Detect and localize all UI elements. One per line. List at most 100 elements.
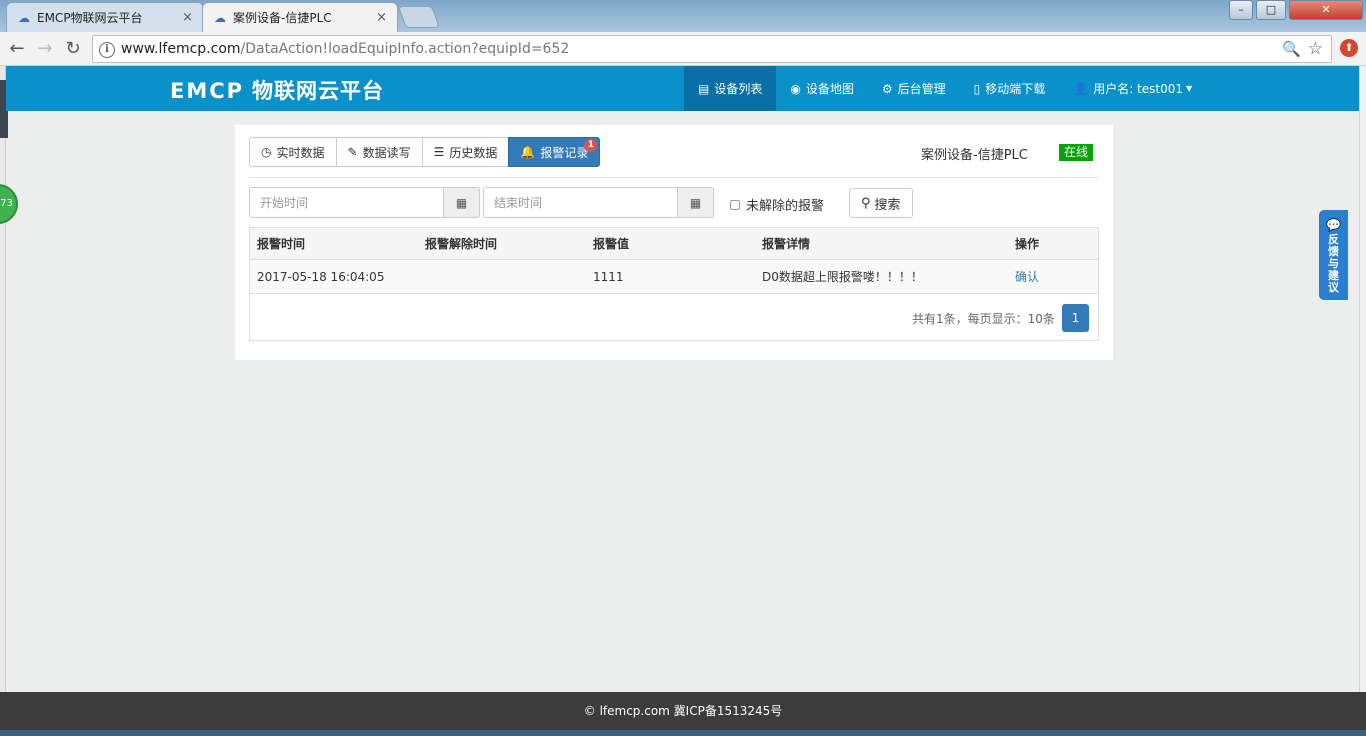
brand[interactable]: EMCP 物联网云平台 (170, 75, 384, 105)
nav-item-equipment-map[interactable]: ◉ 设备地图 (776, 66, 868, 111)
list-icon: ☰ (433, 145, 445, 159)
end-time-group: 结束时间 ▦ (483, 187, 714, 218)
browser-tab-device[interactable]: ☁ 案例设备-信捷PLC × (202, 2, 398, 32)
alarm-time: 2017-05-18 16:04:05 (257, 269, 385, 284)
globe-icon: ◉ (790, 81, 801, 96)
alarm-count-badge: 1 (584, 139, 598, 152)
divider (249, 177, 1099, 178)
close-icon[interactable]: × (182, 10, 193, 25)
page-button[interactable]: 1 (1062, 304, 1089, 332)
tab-history-data[interactable]: ☰ 历史数据 (421, 137, 510, 167)
nav-item-equipment-list[interactable]: ▤ 设备列表 (684, 66, 777, 111)
nav-item-user[interactable]: 👤 用户名: test001 ▼ (1059, 66, 1206, 111)
user-icon: 👤 (1073, 81, 1089, 96)
device-name: 案例设备-信捷PLC (921, 148, 1028, 163)
cogs-icon: ⚙ (881, 81, 893, 96)
tab-label: 报警记录 (540, 145, 589, 160)
column-header: 报警详情 (762, 237, 811, 251)
browser-tab-strip: ☁ EMCP物联网云平台 × ☁ 案例设备-信捷PLC × – □ ✕ (0, 0, 1366, 32)
column-header: 报警时间 (257, 237, 306, 251)
browser-toolbar: ← → ↻ i www.lfemcp.com/DataAction!loadEq… (0, 32, 1366, 66)
cloud-icon: ☁ (214, 10, 226, 25)
alarm-value: 1111 (593, 269, 624, 284)
tab-label: 历史数据 (449, 145, 498, 160)
calendar-icon[interactable]: ▦ (678, 187, 714, 218)
nav-item-label: 用户名: test001 (1093, 82, 1184, 96)
back-icon[interactable]: ← (6, 38, 28, 60)
column-header: 报警解除时间 (425, 237, 498, 251)
app-navbar: EMCP 物联网云平台 ▤ 设备列表 ◉ 设备地图 ⚙ 后台管理 ▯ 移动端下载 … (6, 66, 1359, 111)
brand-logo: EMCP (170, 79, 245, 103)
maximize-button[interactable]: □ (1256, 0, 1286, 20)
url-text: www.lfemcp.com/DataAction!loadEquipInfo.… (121, 41, 569, 57)
nav-item-label: 后台管理 (897, 82, 946, 96)
unresolved-filter[interactable]: 未解除的报警 (730, 195, 824, 214)
phone-icon: ▯ (973, 81, 981, 96)
tab-label: 数据读写 (362, 145, 411, 160)
bell-icon: 🔔 (520, 145, 536, 159)
end-time-input[interactable]: 结束时间 (483, 187, 678, 218)
nav-item-label: 设备地图 (805, 82, 854, 96)
chat-icon: 💬 (1326, 218, 1341, 232)
table-header: 报警时间 报警解除时间 报警值 报警详情 操作 (250, 228, 1098, 260)
url-path: /DataAction!loadEquipInfo.action?equipId… (240, 41, 570, 57)
nav-item-label: 移动端下载 (985, 82, 1046, 96)
minimize-button[interactable]: – (1229, 0, 1253, 20)
os-taskbar (0, 730, 1366, 736)
star-icon[interactable]: ☆ (1308, 39, 1323, 59)
nav-item-label: 设备列表 (714, 82, 763, 96)
start-time-group: 开始时间 ▦ (249, 187, 480, 218)
pencil-icon: ✎ (347, 145, 358, 159)
tab-alarm-records[interactable]: 🔔 报警记录 1 (508, 137, 601, 167)
tab-realtime-data[interactable]: ◷ 实时数据 (249, 137, 337, 167)
floating-counter-badge[interactable]: 73 (0, 184, 18, 224)
column-header: 报警值 (593, 237, 630, 251)
caret-down-icon: ▼ (1186, 84, 1193, 93)
nav-item-mobile-download[interactable]: ▯ 移动端下载 (960, 66, 1060, 111)
reload-icon[interactable]: ↻ (62, 38, 84, 60)
confirm-link[interactable]: 确认 (1015, 260, 1039, 293)
unresolved-checkbox[interactable] (730, 199, 740, 210)
nav-menu: ▤ 设备列表 ◉ 设备地图 ⚙ 后台管理 ▯ 移动端下载 👤 用户名: test… (684, 66, 1206, 111)
search-label: 搜索 (874, 197, 901, 213)
info-icon[interactable]: i (99, 42, 115, 58)
forward-icon[interactable]: → (34, 38, 56, 60)
brand-text: 物联网云平台 (252, 79, 385, 103)
url-host: www.lfemcp.com (121, 41, 241, 57)
alarm-detail: D0数据超上限报警喽！！！！ (762, 270, 923, 284)
left-page-edge (0, 66, 6, 692)
tab-title: EMCP物联网云平台 (37, 11, 143, 25)
window-close-button[interactable]: ✕ (1289, 0, 1363, 20)
search-button[interactable]: ⚲ 搜索 (849, 188, 913, 218)
address-bar[interactable]: i www.lfemcp.com/DataAction!loadEquipInf… (92, 35, 1332, 63)
alarm-panel: ◷ 实时数据 ✎ 数据读写 ☰ 历史数据 🔔 报警记录 1 案例设备-信捷PLC… (235, 125, 1113, 360)
start-time-input[interactable]: 开始时间 (249, 187, 444, 218)
pagination-info: 共有1条，每页显示：10条 (912, 312, 1055, 326)
tab-title: 案例设备-信捷PLC (233, 11, 332, 25)
browser-tab-emcp[interactable]: ☁ EMCP物联网云平台 × (6, 2, 204, 32)
alarm-table: 报警时间 报警解除时间 报警值 报警详情 操作 2017-05-18 16:04… (249, 227, 1099, 341)
data-tabs: ◷ 实时数据 ✎ 数据读写 ☰ 历史数据 🔔 报警记录 1 (249, 137, 601, 167)
tab-label: 实时数据 (276, 145, 325, 160)
tab-data-read-write[interactable]: ✎ 数据读写 (335, 137, 423, 167)
column-header: 操作 (1015, 237, 1040, 251)
extension-icon[interactable]: ⬆ (1340, 39, 1358, 57)
feedback-tab[interactable]: 💬 反馈与建议 (1319, 210, 1348, 300)
calendar-icon[interactable]: ▦ (444, 187, 480, 218)
footer: © lfemcp.com 冀ICP备1513245号 (0, 692, 1366, 730)
clock-icon: ◷ (261, 145, 272, 159)
copyright-icon: © (583, 704, 596, 718)
table-row: 2017-05-18 16:04:05 1111 D0数据超上限报警喽！！！！ … (250, 260, 1098, 294)
unresolved-label: 未解除的报警 (746, 199, 825, 214)
footer-text: lfemcp.com 冀ICP备1513245号 (599, 704, 783, 718)
feedback-label: 反馈与建议 (1328, 233, 1339, 294)
zoom-icon[interactable]: 🔍 (1282, 40, 1301, 58)
status-badge: 在线 (1059, 144, 1094, 161)
search-icon: ⚲ (861, 195, 871, 211)
close-icon[interactable]: × (376, 10, 387, 25)
cloud-icon: ☁ (18, 10, 30, 25)
scrollbar[interactable] (1359, 66, 1366, 692)
new-tab-button[interactable] (397, 6, 441, 28)
nav-item-admin[interactable]: ⚙ 后台管理 (868, 66, 960, 111)
list-icon: ▤ (698, 81, 710, 96)
